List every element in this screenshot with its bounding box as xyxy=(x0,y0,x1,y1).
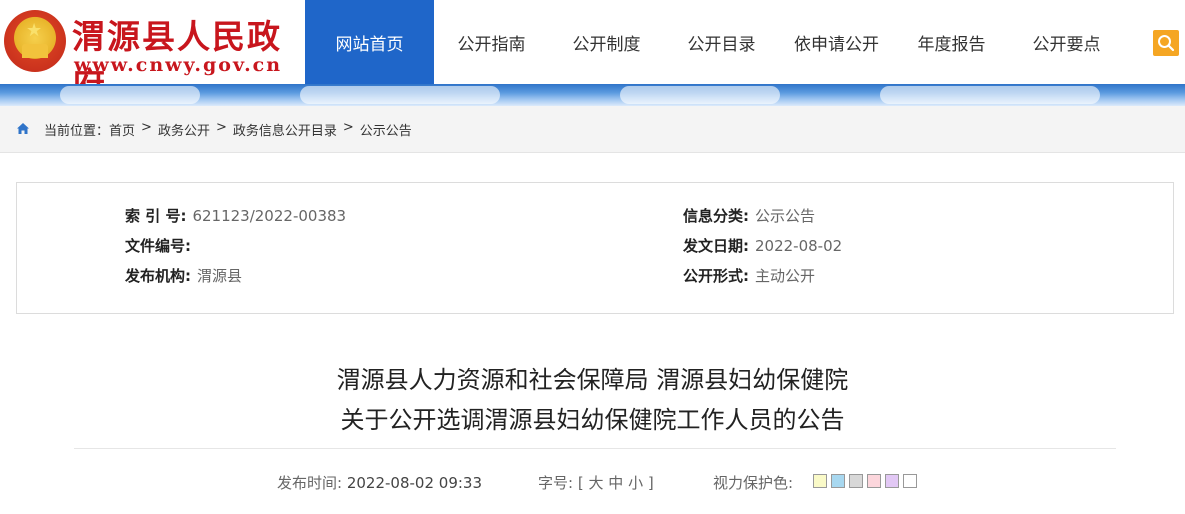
font-size-small-button[interactable]: 小 xyxy=(628,474,643,492)
info-category-value: 公示公告 xyxy=(755,207,816,225)
home-icon xyxy=(17,123,29,134)
breadcrumb-separator: > xyxy=(342,120,354,135)
info-date-value: 2022-08-02 xyxy=(755,237,843,255)
breadcrumb: 当前位置： 首页 > 政务公开 > 政务信息公开目录 > 公示公告 xyxy=(0,106,1185,153)
article-title-line-2: 关于公开选调渭源县妇幼保健院工作人员的公告 xyxy=(340,406,845,434)
breadcrumb-prefix: 当前位置： xyxy=(44,124,110,139)
eye-care-swatch-gray[interactable] xyxy=(849,474,863,488)
info-category-label: 信息分类: xyxy=(683,207,749,225)
info-index-row: 索 引 号: 621123/2022-00383 xyxy=(125,205,346,226)
breadcrumb-item-home[interactable]: 首页 xyxy=(109,120,135,139)
font-size-bracket-open: [ xyxy=(577,474,584,492)
eye-care-swatch-yellow[interactable] xyxy=(813,474,827,488)
breadcrumb-item-notice[interactable]: 公示公告 xyxy=(360,120,412,139)
search-button[interactable] xyxy=(1153,30,1179,56)
info-form-row: 公开形式: 主动公开 xyxy=(683,265,815,286)
font-size-medium-button[interactable]: 中 xyxy=(608,474,623,492)
eye-care-swatch-white[interactable] xyxy=(903,474,917,488)
header-banner-strip xyxy=(0,84,1185,106)
nav-annual-report[interactable]: 年度报告 xyxy=(894,0,1009,84)
title-divider xyxy=(74,448,1116,449)
info-index-value: 621123/2022-00383 xyxy=(192,207,347,225)
info-doc-no-row: 文件编号: xyxy=(125,235,197,256)
search-icon xyxy=(1158,35,1175,52)
breadcrumb-item-gov-open[interactable]: 政务公开 xyxy=(158,120,210,139)
font-size-bracket-close: ] xyxy=(647,474,654,492)
site-logo[interactable]: ★ 渭源县人民政府 www.cnwy.gov.cn xyxy=(4,4,304,104)
info-publisher-label: 发布机构: xyxy=(125,267,191,285)
info-doc-no-label: 文件编号: xyxy=(125,237,191,255)
info-publisher-value: 渭源县 xyxy=(197,267,243,285)
breadcrumb-separator: > xyxy=(215,120,227,135)
national-emblem-icon: ★ xyxy=(4,10,66,72)
font-size-label: 字号: xyxy=(538,474,574,492)
site-header: ★ 渭源县人民政府 www.cnwy.gov.cn 网站首页 公开指南 公开制度… xyxy=(0,0,1185,104)
font-size-large-button[interactable]: 大 xyxy=(588,474,603,492)
info-date-label: 发文日期: xyxy=(683,237,749,255)
info-publisher-row: 发布机构: 渭源县 xyxy=(125,265,242,286)
info-index-label: 索 引 号: xyxy=(125,207,187,225)
eye-care-swatch-purple[interactable] xyxy=(885,474,899,488)
nav-catalog[interactable]: 公开目录 xyxy=(664,0,779,84)
main-nav: 网站首页 公开指南 公开制度 公开目录 依申请公开 年度报告 公开要点 xyxy=(305,0,1124,84)
nav-guide[interactable]: 公开指南 xyxy=(434,0,549,84)
eye-care-label: 视力保护色: xyxy=(713,474,794,492)
eye-care-swatch-pink[interactable] xyxy=(867,474,881,488)
nav-key-points[interactable]: 公开要点 xyxy=(1009,0,1124,84)
eye-care-swatches xyxy=(813,474,921,488)
nav-home[interactable]: 网站首页 xyxy=(305,0,434,84)
eye-care-swatch-blue[interactable] xyxy=(831,474,845,488)
document-info-box: 索 引 号: 621123/2022-00383 文件编号: 发布机构: 渭源县 信… xyxy=(16,182,1174,314)
info-form-value: 主动公开 xyxy=(755,267,816,285)
article-title-line-1: 渭源县人力资源和社会保障局 渭源县妇幼保健院 xyxy=(336,366,849,394)
breadcrumb-item-catalog[interactable]: 政务信息公开目录 xyxy=(233,120,337,139)
publish-time-value: 2022-08-02 09:33 xyxy=(346,474,483,492)
info-form-label: 公开形式: xyxy=(683,267,749,285)
nav-apply[interactable]: 依申请公开 xyxy=(779,0,894,84)
info-date-row: 发文日期: 2022-08-02 xyxy=(683,235,842,256)
publish-time-label: 发布时间: xyxy=(277,474,343,492)
breadcrumb-separator: > xyxy=(141,120,152,135)
info-category-row: 信息分类: 公示公告 xyxy=(683,205,815,226)
site-url: www.cnwy.gov.cn xyxy=(74,54,283,76)
publish-time: 发布时间: 2022-08-02 09:33 xyxy=(277,472,482,493)
nav-system[interactable]: 公开制度 xyxy=(549,0,664,84)
font-size-control: 字号: [ 大 中 小 ] xyxy=(538,472,654,493)
